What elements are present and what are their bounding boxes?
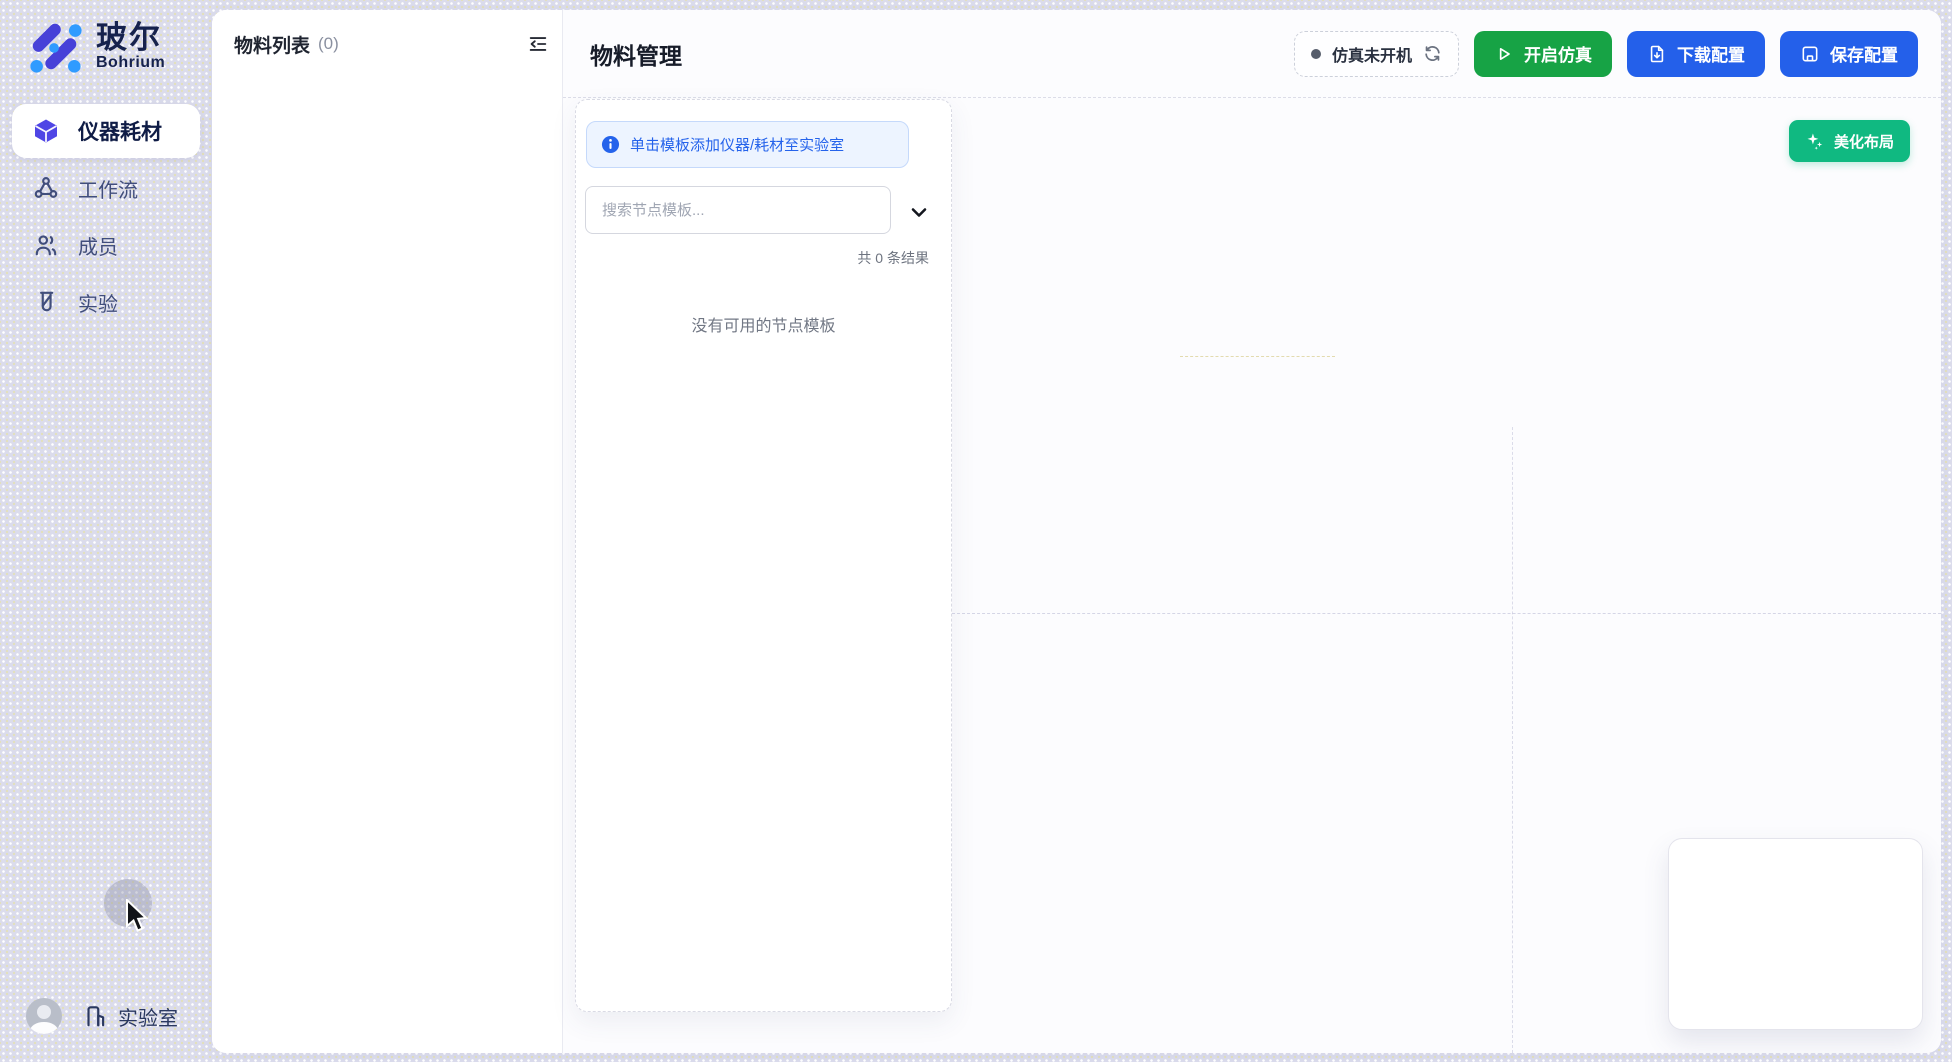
sidebar: 玻尔 Bohrium 仪器耗材 工作流 (0, 0, 212, 1062)
status-dot-icon (1311, 49, 1321, 59)
save-icon (1800, 44, 1820, 64)
empty-templates-message: 没有可用的节点模板 (576, 312, 951, 336)
lab-label: 实验室 (118, 1002, 178, 1031)
sidebar-item-experiments[interactable]: 实验 (12, 275, 200, 329)
lab-switcher[interactable]: 实验室 (82, 1002, 178, 1031)
node-template-panel: 单击模板添加仪器/耗材至实验室 共 0 条结果 没有可用的节点模板 (575, 99, 952, 1012)
sidebar-item-label: 成员 (78, 231, 118, 260)
download-icon (1647, 44, 1667, 64)
cube-icon (33, 118, 59, 144)
brand-logo: 玻尔 Bohrium (26, 18, 165, 76)
sparkles-icon (1805, 131, 1825, 151)
sidebar-footer: 实验室 (26, 998, 178, 1034)
user-avatar[interactable] (26, 998, 62, 1034)
beautify-layout-label: 美化布局 (1834, 131, 1894, 152)
info-icon (601, 135, 620, 154)
sidebar-nav: 仪器耗材 工作流 成员 (12, 104, 200, 332)
sidebar-item-label: 仪器耗材 (78, 116, 162, 146)
canvas-area[interactable]: 物料管理 仿真未开机 开启仿真 (563, 10, 1941, 1053)
collapse-panel-icon (527, 33, 549, 55)
brand-name-zh: 玻尔 (96, 22, 165, 55)
refresh-icon[interactable] (1423, 44, 1442, 63)
mouse-cursor (125, 899, 151, 939)
canvas-header: 物料管理 仿真未开机 开启仿真 (563, 10, 1941, 98)
info-banner: 单击模板添加仪器/耗材至实验室 (586, 121, 909, 168)
brand-name-en: Bohrium (96, 54, 165, 72)
sidebar-item-members[interactable]: 成员 (12, 218, 200, 272)
page-title: 物料管理 (590, 37, 682, 71)
beautify-layout-button[interactable]: 美化布局 (1789, 120, 1910, 162)
workflow-icon (33, 175, 59, 201)
info-banner-text: 单击模板添加仪器/耗材至实验室 (630, 134, 844, 155)
canvas-guide-segment (1180, 356, 1335, 357)
start-simulation-button[interactable]: 开启仿真 (1474, 31, 1612, 77)
materials-list-title: 物料列表 (234, 31, 310, 58)
members-icon (33, 232, 59, 258)
bohrium-logo-icon (26, 18, 84, 76)
sidebar-item-label: 工作流 (78, 174, 138, 203)
canvas-guide-horizontal (952, 613, 1941, 614)
experiment-icon (33, 289, 59, 315)
search-input[interactable] (585, 186, 891, 234)
download-config-label: 下载配置 (1677, 41, 1745, 66)
sidebar-item-instruments[interactable]: 仪器耗材 (12, 104, 200, 158)
collapse-panel-button[interactable] (524, 30, 552, 58)
simulation-status-label: 仿真未开机 (1332, 42, 1412, 66)
sidebar-item-label: 实验 (78, 288, 118, 317)
materials-list-header: 物料列表 (0) (212, 10, 562, 78)
save-config-button[interactable]: 保存配置 (1780, 31, 1918, 77)
result-count: 共 0 条结果 (857, 248, 929, 268)
building-icon (82, 1003, 108, 1029)
save-config-label: 保存配置 (1830, 41, 1898, 66)
download-config-button[interactable]: 下载配置 (1627, 31, 1765, 77)
start-simulation-label: 开启仿真 (1524, 41, 1592, 66)
canvas-guide-vertical (1512, 427, 1513, 1053)
materials-list-panel: 物料列表 (0) (212, 10, 563, 1053)
play-icon (1494, 44, 1514, 64)
materials-list-count: (0) (318, 34, 339, 54)
sidebar-item-workflow[interactable]: 工作流 (12, 161, 200, 215)
chevron-down-icon[interactable] (907, 200, 931, 224)
simulation-status-pill: 仿真未开机 (1294, 31, 1459, 77)
search-row (585, 186, 945, 234)
main-panel: 物料列表 (0) 物料管理 仿真未开机 (212, 10, 1941, 1053)
canvas-minimap[interactable] (1668, 838, 1923, 1030)
